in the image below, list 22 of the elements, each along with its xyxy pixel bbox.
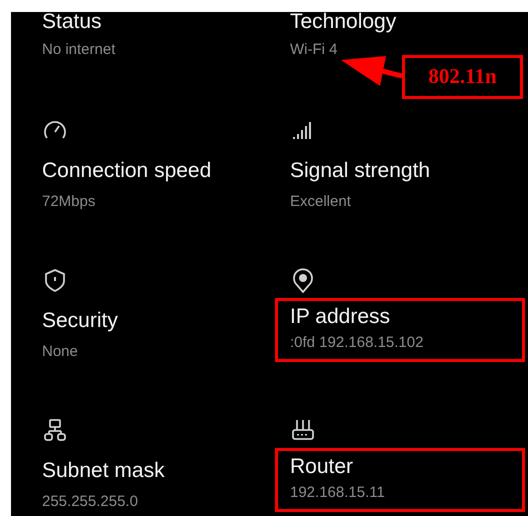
detail-value: 255.255.255.0	[42, 492, 138, 512]
detail-value: No internet	[42, 40, 116, 60]
callout-label: 802.11n	[402, 55, 523, 99]
detail-label: Signal strength	[290, 158, 430, 184]
detail-value: :0fd 192.168.15.102	[290, 333, 424, 353]
shield-icon	[42, 267, 68, 293]
detail-value: None	[42, 342, 78, 362]
detail-label: Status	[42, 12, 102, 33]
location-pin-icon	[290, 267, 316, 293]
callout-arrow	[341, 56, 403, 86]
detail-label: Security	[42, 308, 118, 334]
detail-label: Connection speed	[42, 158, 212, 184]
detail-value: Wi-Fi 4	[290, 40, 338, 60]
detail-label: Technology	[290, 12, 396, 33]
detail-value: 192.168.15.11	[290, 483, 386, 503]
detail-label: IP address	[290, 304, 392, 330]
detail-value: Excellent	[290, 192, 351, 212]
detail-label: Router	[290, 454, 354, 480]
detail-label: Subnet mask	[42, 458, 165, 484]
network-icon	[42, 417, 68, 443]
router-icon	[290, 417, 316, 443]
detail-value: 72Mbps	[42, 192, 96, 212]
